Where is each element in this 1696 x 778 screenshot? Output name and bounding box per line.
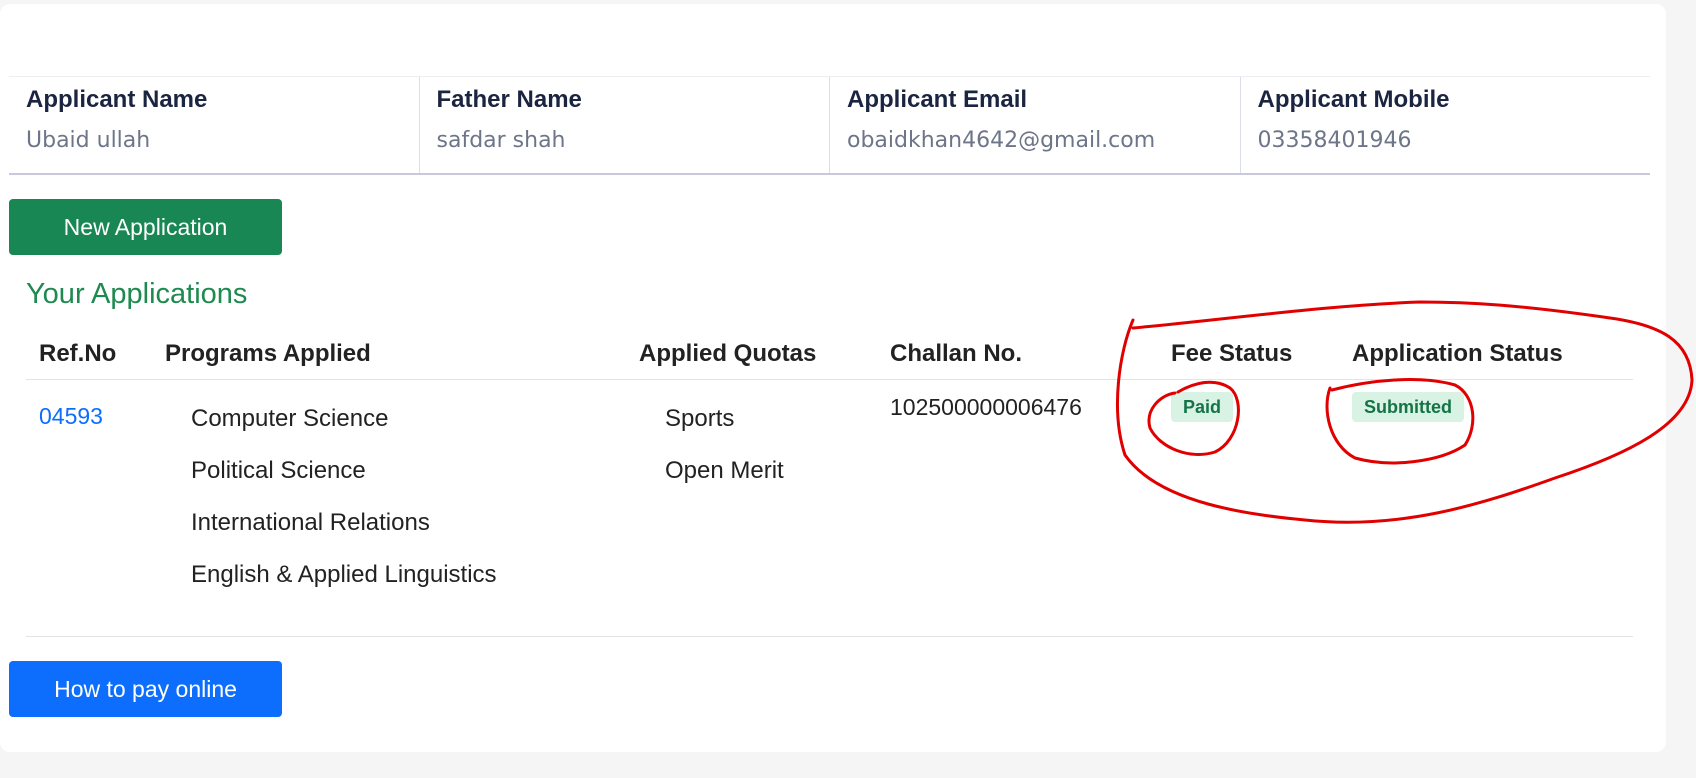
applicant-email-label: Applicant Email <box>847 86 1028 113</box>
header-programs-applied: Programs Applied <box>165 340 371 367</box>
header-application-status: Application Status <box>1352 340 1563 367</box>
header-applied-quotas: Applied Quotas <box>639 340 817 367</box>
quotas-list: Sports Open Merit <box>665 404 784 508</box>
applicant-email-value: obaidkhan4642@gmail.com <box>847 128 1156 153</box>
program-item: Political Science <box>191 457 366 484</box>
header-ref-no: Ref.No <box>39 340 117 367</box>
applicant-mobile-value: 03358401946 <box>1257 128 1412 153</box>
header-challan-no: Challan No. <box>890 340 1023 367</box>
applicant-info-row: Applicant Name Ubaid ullah Father Name s… <box>9 76 1650 175</box>
quota-item: Sports <box>665 405 735 432</box>
programs-list: Computer Science Political Science Inter… <box>191 404 497 612</box>
table-header-divider <box>26 379 1633 380</box>
how-to-pay-button[interactable]: How to pay online <box>9 661 282 717</box>
father-name-value: safdar shah <box>436 128 566 153</box>
table-bottom-divider <box>26 636 1633 637</box>
father-name-cell: Father Name safdar shah <box>420 77 830 173</box>
applicant-name-value: Ubaid ullah <box>26 128 151 153</box>
program-item: International Relations <box>191 509 430 536</box>
applicant-name-cell: Applicant Name Ubaid ullah <box>9 77 420 173</box>
challan-number: 102500000006476 <box>890 394 1082 420</box>
applicant-email-cell: Applicant Email obaidkhan4642@gmail.com <box>830 77 1241 173</box>
applicant-name-label: Applicant Name <box>26 86 208 113</box>
program-item: English & Applied Linguistics <box>191 561 497 588</box>
ref-no-link[interactable]: 04593 <box>39 403 103 430</box>
fee-status-badge: Paid <box>1171 392 1234 422</box>
applicant-mobile-label: Applicant Mobile <box>1257 86 1450 113</box>
header-fee-status: Fee Status <box>1171 340 1293 367</box>
section-title: Your Applications <box>26 278 248 310</box>
new-application-button[interactable]: New Application <box>9 199 282 255</box>
applicant-mobile-cell: Applicant Mobile 03358401946 <box>1241 77 1651 173</box>
program-item: Computer Science <box>191 405 389 432</box>
quota-item: Open Merit <box>665 457 784 484</box>
father-name-label: Father Name <box>436 86 582 113</box>
application-status-badge: Submitted <box>1352 392 1464 422</box>
